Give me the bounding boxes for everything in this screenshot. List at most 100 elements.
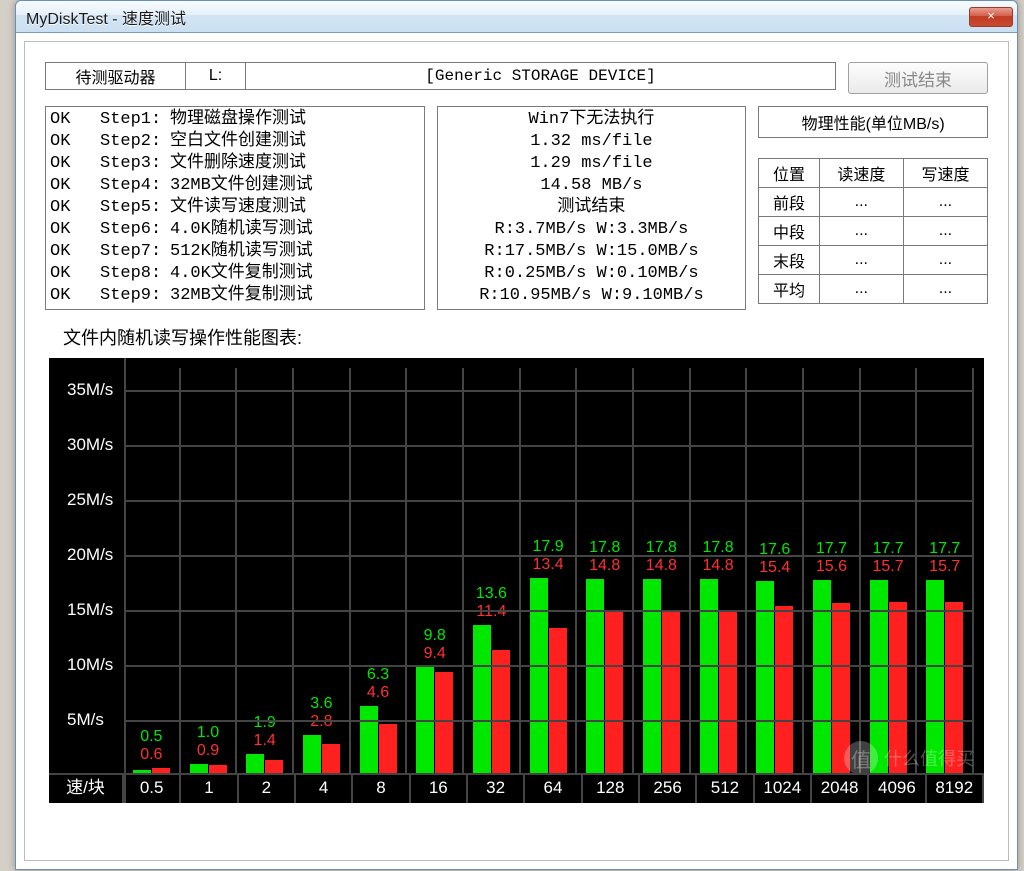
bar-group: 17.615.4 bbox=[747, 368, 804, 775]
step-id: Step6: bbox=[100, 219, 170, 241]
results-panel: Win7下无法执行1.32 ms/file1.29 ms/file14.58 M… bbox=[437, 106, 747, 310]
bar-group: 17.814.8 bbox=[691, 368, 748, 775]
perf-title: 物理性能(单位MB/s) bbox=[758, 106, 988, 138]
read-value-label: 17.9 bbox=[532, 538, 563, 556]
write-bar bbox=[662, 612, 680, 775]
x-tick-label: 1024 bbox=[755, 775, 812, 803]
bar-group: 9.89.4 bbox=[407, 368, 464, 775]
y-tick-label: 15M/s bbox=[67, 600, 113, 620]
step-status: OK bbox=[50, 109, 100, 131]
write-value-label: 1.4 bbox=[254, 732, 276, 750]
step-id: Step8: bbox=[100, 263, 170, 285]
write-bar bbox=[435, 672, 453, 775]
result-line: 1.32 ms/file bbox=[442, 131, 742, 153]
x-tick-label: 4 bbox=[296, 775, 353, 803]
perf-cell: ... bbox=[903, 246, 987, 275]
device-group: 待测驱动器 L: [Generic STORAGE DEVICE] bbox=[45, 62, 836, 90]
step-id: Step5: bbox=[100, 197, 170, 219]
write-bar bbox=[322, 744, 340, 775]
write-value-label: 14.8 bbox=[702, 557, 733, 575]
app-window: MyDiskTest - 速度测试 × 待测驱动器 L: [Generic ST… bbox=[15, 0, 1018, 870]
step-desc: 文件读写速度测试 bbox=[170, 197, 306, 219]
step-desc: 4.0K文件复制测试 bbox=[170, 263, 313, 285]
write-bar bbox=[775, 606, 793, 775]
y-tick-label: 5M/s bbox=[67, 710, 104, 730]
y-tick-label: 35M/s bbox=[67, 380, 113, 400]
perf-cell: ... bbox=[819, 217, 903, 246]
x-tick-label: 128 bbox=[583, 775, 640, 803]
y-tick-label: 10M/s bbox=[67, 655, 113, 675]
write-bar bbox=[549, 628, 567, 775]
write-value-label: 0.9 bbox=[197, 742, 219, 760]
bar-group: 0.50.6 bbox=[124, 368, 181, 775]
x-tick-label: 64 bbox=[525, 775, 582, 803]
read-value-label: 1.0 bbox=[197, 724, 219, 742]
perf-cell: ... bbox=[819, 188, 903, 217]
write-value-label: 13.4 bbox=[532, 556, 563, 574]
x-tick-label: 2 bbox=[239, 775, 296, 803]
device-drive: L: bbox=[186, 63, 246, 89]
perf-panel: 物理性能(单位MB/s) 位置读速度写速度前段......中段......末段.… bbox=[758, 106, 988, 310]
titlebar[interactable]: MyDiskTest - 速度测试 × bbox=[16, 1, 1017, 33]
bar-group: 17.814.8 bbox=[634, 368, 691, 775]
read-bar bbox=[700, 579, 718, 775]
perf-cell: 平均 bbox=[759, 275, 820, 304]
perf-header: 读速度 bbox=[819, 159, 903, 188]
step-desc: 物理磁盘操作测试 bbox=[170, 109, 306, 131]
write-value-label: 14.8 bbox=[589, 557, 620, 575]
write-value-label: 14.8 bbox=[646, 557, 677, 575]
perf-header: 写速度 bbox=[903, 159, 987, 188]
write-value-label: 0.6 bbox=[140, 746, 162, 764]
result-line: 14.58 MB/s bbox=[442, 175, 742, 197]
perf-cell: 末段 bbox=[759, 246, 820, 275]
bar-group: 1.00.9 bbox=[181, 368, 238, 775]
x-axis-label: 速/块 bbox=[49, 775, 124, 803]
step-status: OK bbox=[50, 153, 100, 175]
step-status: OK bbox=[50, 241, 100, 263]
test-end-button[interactable]: 测试结束 bbox=[848, 62, 988, 94]
x-tick-label: 8 bbox=[353, 775, 410, 803]
perf-cell: ... bbox=[903, 217, 987, 246]
bar-group: 17.814.8 bbox=[577, 368, 634, 775]
step-id: Step4: bbox=[100, 175, 170, 197]
read-bar bbox=[246, 754, 264, 775]
y-tick-label: 20M/s bbox=[67, 545, 113, 565]
bar-group: 1.91.4 bbox=[237, 368, 294, 775]
write-value-label: 11.4 bbox=[476, 603, 506, 621]
write-value-label: 15.6 bbox=[816, 558, 847, 576]
step-desc: 空白文件创建测试 bbox=[170, 131, 306, 153]
step-status: OK bbox=[50, 175, 100, 197]
x-tick-label: 4096 bbox=[869, 775, 926, 803]
bar-group: 17.913.4 bbox=[521, 368, 578, 775]
perf-cell: ... bbox=[903, 275, 987, 304]
read-bar bbox=[586, 579, 604, 775]
close-button[interactable]: × bbox=[969, 7, 1013, 27]
client-area: 待测驱动器 L: [Generic STORAGE DEVICE] 测试结束 O… bbox=[24, 41, 1009, 861]
perf-cell: ... bbox=[819, 275, 903, 304]
write-value-label: 4.6 bbox=[367, 684, 389, 702]
x-tick-label: 2048 bbox=[812, 775, 869, 803]
performance-chart: 0.50.61.00.91.91.43.62.86.34.69.89.413.6… bbox=[49, 358, 984, 803]
x-tick-label: 0.5 bbox=[124, 775, 181, 803]
step-id: Step1: bbox=[100, 109, 170, 131]
step-status: OK bbox=[50, 263, 100, 285]
y-tick-label: 25M/s bbox=[67, 490, 113, 510]
perf-cell: ... bbox=[819, 246, 903, 275]
step-desc: 512K随机读写测试 bbox=[170, 241, 313, 263]
write-value-label: 2.8 bbox=[310, 713, 332, 731]
read-value-label: 9.8 bbox=[424, 627, 446, 645]
write-bar bbox=[379, 724, 397, 775]
chart-title: 文件内随机读写操作性能图表: bbox=[63, 324, 988, 350]
result-line: Win7下无法执行 bbox=[442, 109, 742, 131]
result-line: R:17.5MB/s W:15.0MB/s bbox=[442, 241, 742, 263]
x-tick-label: 8192 bbox=[927, 775, 984, 803]
step-id: Step3: bbox=[100, 153, 170, 175]
read-value-label: 1.9 bbox=[254, 714, 276, 732]
result-line: 测试结束 bbox=[442, 197, 742, 219]
y-tick-label: 30M/s bbox=[67, 435, 113, 455]
step-status: OK bbox=[50, 197, 100, 219]
bar-group: 17.715.7 bbox=[917, 368, 974, 775]
perf-cell: ... bbox=[903, 188, 987, 217]
device-label: 待测驱动器 bbox=[46, 63, 186, 89]
read-bar bbox=[530, 578, 548, 775]
